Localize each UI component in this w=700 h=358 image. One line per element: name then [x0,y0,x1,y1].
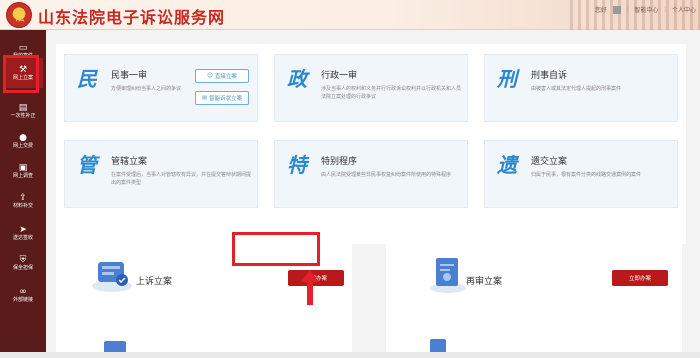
court-emblem-icon: 法 [6,2,32,28]
link-icon: ∞ [19,286,27,297]
highlight-box-sidebar [3,55,39,93]
card-traffic-filing[interactable]: 遗 遗交立案 归属于民事，根有案件分类的线路交通案例的案件 [484,140,678,208]
sidebar-item-preservation[interactable]: ⛨ 保全担保 [3,248,43,278]
highlight-box-appeal-button [232,232,320,266]
cursor-icon: ➤ [19,224,27,235]
greeting-text: 您好 [594,8,607,14]
red-arrow-up-icon [301,270,319,305]
criminal-icon: 刑 [497,67,517,91]
folder-icon: ▭ [18,42,28,53]
sidebar-item-online-payment[interactable]: ● 网上交费 [3,126,43,156]
sidebar-item-external-links[interactable]: ∞ 外部链接 [3,280,43,310]
admin-icon: 政 [287,67,307,91]
card-special-procedure[interactable]: 特 特别程序 由人民法院受理某些非民事权益纠纷案件所使用的特殊程序 [274,140,468,208]
search-doc-icon: ▣ [18,162,28,173]
site-header: 法 山东法院电子诉讼服务网 您好 | 智能中心 | 个人中心 [0,0,700,30]
sidebar-item-online-investigation[interactable]: ▣ 网上调查 [3,156,43,186]
civil-icon: 民 [77,67,97,91]
sidebar-item-one-time-correction[interactable]: ▤ 一次性补正 [3,96,43,126]
card-criminal-private-prosecution[interactable]: 刑 刑事自诉 由被害人或其法定代理人提起的刑事案件 [484,54,678,122]
footer-bar [0,352,700,358]
personal-center-link[interactable]: 个人中心 [672,5,696,14]
document-icon: ▤ [18,102,28,113]
main-content: 民 民事一审 方便审理纠纷当事人之间的争议 ☺ 直接立案 ▤ 智能诉状立案 政 行政… [46,30,700,358]
special-icon: 特 [287,153,307,177]
site-title[interactable]: 山东法院电子诉讼服务网 [38,4,225,28]
card-jurisdiction-filing[interactable]: 管 管辖立案 在案件受理后，当事人对管辖权有异议，并在提交答辩状期间提出的案件类… [64,140,258,208]
direct-filing-button[interactable]: ☺ 直接立案 [195,69,249,83]
document-icon: ▤ [201,95,208,101]
retrial-illustration-icon [430,258,466,293]
retrial-handle-button[interactable]: 立即办案 [612,270,668,286]
coin-icon: ● [19,132,27,143]
traffic-icon: 遗 [497,153,517,177]
sidebar-item-delivery-receipt[interactable]: ➤ 送达签收 [3,218,43,248]
jurisdiction-icon: 管 [77,153,97,177]
shield-icon: ⛨ [19,254,27,265]
header-user-area: 您好 | 智能中心 | 个人中心 [594,5,696,14]
upload-icon: ⇪ [19,192,27,203]
case-type-panel: 民 民事一审 方便审理纠纷当事人之间的争议 ☺ 直接立案 ▤ 智能诉状立案 政 行政… [56,44,686,244]
sidebar-item-material-supplement[interactable]: ⇪ 材料补交 [3,186,43,216]
appeal-illustration-icon [92,262,132,292]
card-civil-first-instance[interactable]: 民 民事一审 方便审理纠纷当事人之间的争议 ☺ 直接立案 ▤ 智能诉状立案 [64,54,258,122]
user-plus-icon: ☺ [207,73,213,79]
smart-center-link[interactable]: 智能中心 [634,5,658,14]
smart-complaint-filing-button[interactable]: ▤ 智能诉状立案 [195,91,249,105]
card-admin-first-instance[interactable]: 政 行政一审 涉及当事人的权利和义务并行行政诉讼权利并以行政机关和人员法院立案处… [274,54,468,122]
user-avatar-icon[interactable] [612,5,621,14]
